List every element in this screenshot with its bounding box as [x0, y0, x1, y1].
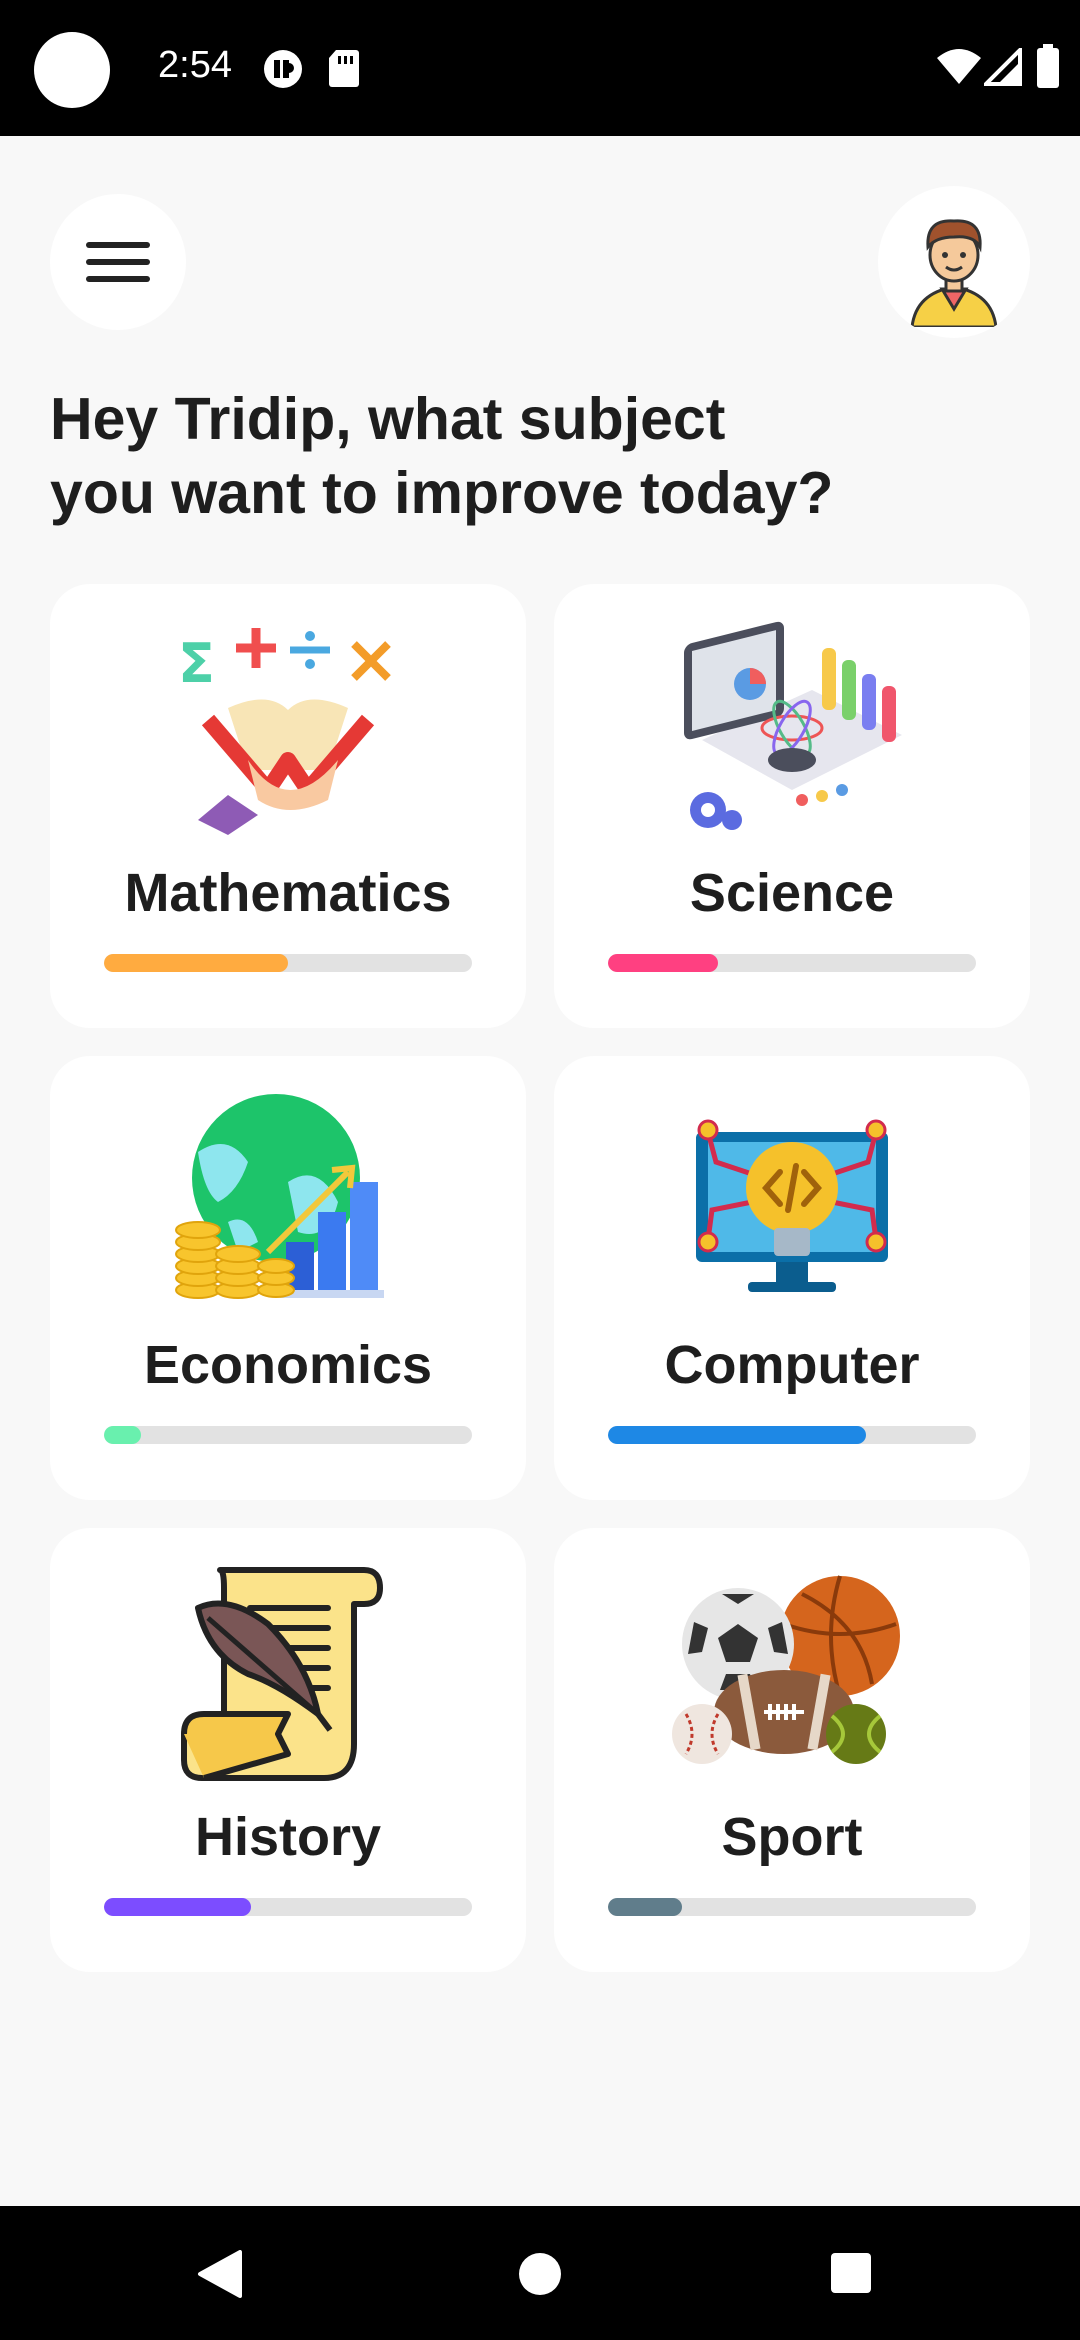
progress-fill	[104, 1898, 252, 1916]
scroll-quill-icon	[181, 1567, 383, 1781]
subject-title: History	[194, 1807, 382, 1867]
data-saver-icon	[264, 50, 302, 88]
subject-title: Computer	[664, 1335, 920, 1395]
progress-fill	[608, 1898, 682, 1916]
progress-track	[104, 954, 472, 972]
math-book-icon: Σ	[178, 628, 391, 835]
greeting-line-1: Hey Tridip, what subject	[50, 386, 726, 452]
subject-card-science[interactable]: Science	[554, 584, 1030, 1028]
greeting-heading: Hey Tridip, what subject you want to imp…	[50, 382, 950, 530]
progress-fill	[104, 1426, 141, 1444]
status-time: 2:54	[158, 44, 232, 86]
app-screen: Hey Tridip, what subject you want to imp…	[0, 136, 1080, 2206]
progress-fill	[104, 954, 288, 972]
hamburger-menu-icon	[86, 242, 150, 282]
greeting-line-2: you want to improve today?	[50, 460, 834, 526]
wifi-icon	[937, 49, 981, 84]
navigation-bar	[0, 2206, 1080, 2340]
progress-fill	[608, 954, 719, 972]
user-avatar-icon	[910, 219, 998, 327]
home-circle-icon[interactable]	[518, 2252, 562, 2296]
subject-title: Economics	[143, 1335, 433, 1395]
back-triangle-icon[interactable]	[196, 2250, 242, 2298]
camera-dot-icon	[34, 32, 110, 108]
progress-track	[608, 1898, 976, 1916]
subject-title: Sport	[721, 1807, 863, 1867]
recents-square-icon[interactable]	[830, 2252, 872, 2294]
battery-icon	[1037, 44, 1059, 88]
progress-track	[608, 954, 976, 972]
globe-coins-chart-icon	[175, 1094, 384, 1299]
subject-card-history[interactable]: History	[50, 1528, 526, 1972]
subject-card-sport[interactable]: Sport	[554, 1528, 1030, 1972]
subject-title: Mathematics	[124, 863, 452, 923]
progress-track	[104, 1898, 472, 1916]
progress-track	[608, 1426, 976, 1444]
sports-balls-icon	[672, 1575, 900, 1764]
status-bar: 2:54	[0, 0, 1080, 136]
progress-track	[104, 1426, 472, 1444]
sd-card-icon	[329, 50, 359, 87]
science-lab-icon	[684, 621, 902, 830]
subject-title: Science	[689, 863, 895, 923]
signal-icon	[984, 48, 1022, 86]
subject-card-mathematics[interactable]: Σ Mathematics	[50, 584, 526, 1028]
svg-text:Σ: Σ	[178, 632, 215, 695]
user-avatar[interactable]	[878, 186, 1030, 338]
code-bulb-monitor-icon	[696, 1119, 888, 1292]
menu-button[interactable]	[50, 194, 186, 330]
progress-fill	[608, 1426, 866, 1444]
subject-card-economics[interactable]: Economics	[50, 1056, 526, 1500]
subject-card-computer[interactable]: Computer	[554, 1056, 1030, 1500]
